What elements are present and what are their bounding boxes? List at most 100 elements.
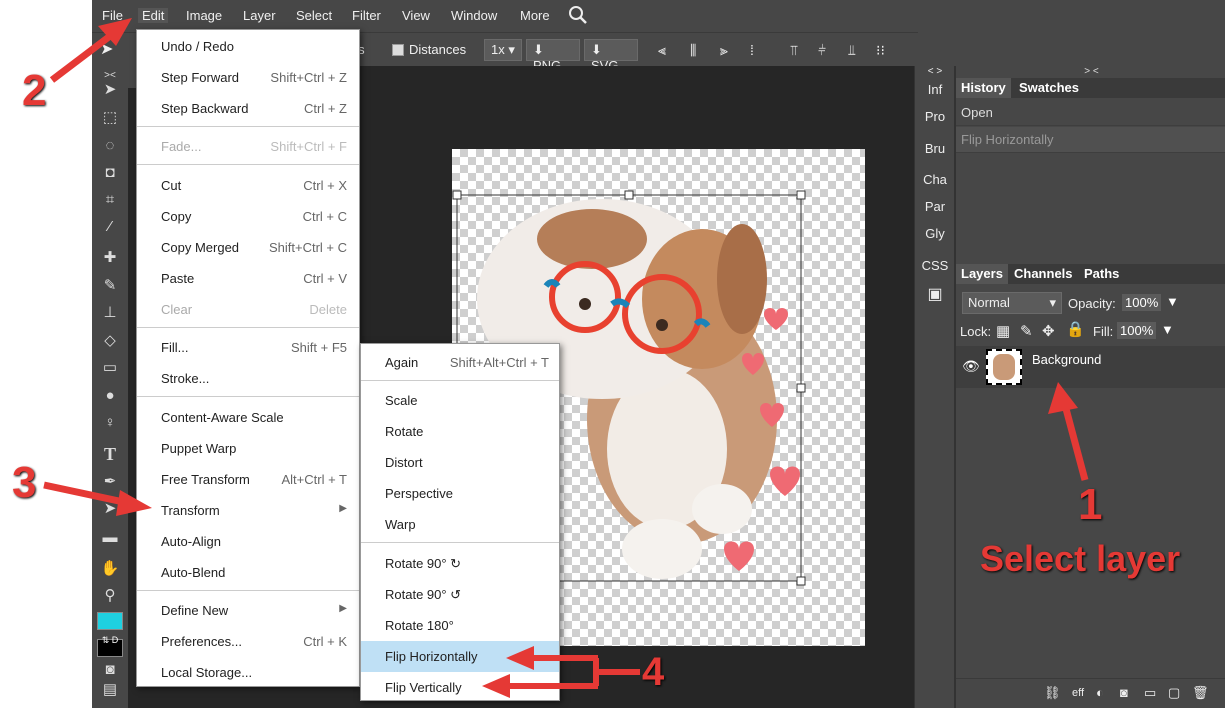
menu-select[interactable]: Select [296, 8, 332, 23]
distribute-icon[interactable]: ⁞ [750, 42, 754, 58]
menu-item-puppet-warp[interactable]: Puppet Warp [137, 433, 359, 464]
brush-tool-icon[interactable]: ✎ [100, 276, 120, 296]
menu-item-rotate-90-ccw[interactable]: Rotate 90° ↺ [361, 579, 559, 610]
visibility-eye-icon[interactable]: 👁 [962, 358, 980, 375]
menu-item-copy-merged[interactable]: Copy Merged Shift+Ctrl + C [137, 232, 359, 263]
mini-paragraph[interactable]: Par [915, 199, 955, 214]
path-select-icon[interactable]: ➤ [100, 499, 120, 519]
zoom-select[interactable]: 1x ▾ [484, 39, 522, 61]
align-center-icon[interactable]: ⫼ [690, 42, 696, 59]
link-layers-icon[interactable]: ⛓ [1044, 685, 1061, 701]
menu-item-rotate-90-cw[interactable]: Rotate 90° ↻ [361, 548, 559, 579]
menu-item-cut[interactable]: Cut Ctrl + X [137, 170, 359, 201]
menu-window[interactable]: Window [451, 8, 497, 23]
history-entry[interactable]: Open [956, 100, 1225, 126]
menu-item-flip-horizontally[interactable]: Flip Horizontally [361, 641, 559, 672]
quick-select-icon[interactable]: ◘ [100, 163, 120, 183]
menu-image[interactable]: Image [186, 8, 222, 23]
stamp-tool-icon[interactable]: ⊥ [100, 303, 120, 323]
tab-layers[interactable]: Layers [956, 264, 1008, 284]
menu-more[interactable]: More [520, 8, 550, 23]
menu-item-preferences[interactable]: Preferences... Ctrl + K [137, 626, 359, 657]
export-png-button[interactable]: ⬇ PNG [526, 39, 580, 73]
menu-item-free-transform[interactable]: Free Transform Alt+Ctrl + T [137, 464, 359, 495]
menu-item-undo-redo[interactable]: Undo / Redo [137, 31, 359, 62]
align-right-icon[interactable]: ⫸ [720, 42, 728, 59]
mini-glyphs[interactable]: Gly [915, 226, 955, 241]
blend-mode-select[interactable]: Normal ▾ [962, 292, 1062, 314]
menu-item-again[interactable]: Again Shift+Alt+Ctrl + T [361, 347, 559, 378]
tab-swatches[interactable]: Swatches [1014, 78, 1084, 98]
distances-checkbox[interactable] [392, 44, 404, 56]
new-layer-icon[interactable]: ▢ [1168, 685, 1180, 701]
fill-input[interactable]: 100% [1117, 322, 1157, 339]
mini-properties[interactable]: Pro [915, 109, 955, 124]
align-top-icon[interactable]: ⫪ [790, 42, 798, 59]
effects-button[interactable]: eff [1072, 687, 1084, 699]
menu-item-step-forward[interactable]: Step Forward Shift+Ctrl + Z [137, 62, 359, 93]
blur-tool-icon[interactable]: ● [100, 386, 120, 406]
layer-row-background[interactable]: 👁 Background [956, 346, 1225, 388]
align-left-icon[interactable]: ⫷ [658, 42, 666, 59]
move-tool-icon[interactable]: ➤ [100, 80, 120, 100]
mini-brush[interactable]: Bru [915, 141, 955, 156]
collapse-right-icon[interactable]: > < [956, 66, 1225, 78]
menu-item-paste[interactable]: Paste Ctrl + V [137, 263, 359, 294]
menu-layer[interactable]: Layer [243, 8, 276, 23]
menu-item-rotate-180[interactable]: Rotate 180° [361, 610, 559, 641]
quick-mask-icon[interactable]: ◙ [100, 660, 120, 680]
menu-view[interactable]: View [402, 8, 430, 23]
align-middle-icon[interactable]: ⫩ [818, 42, 826, 59]
opacity-dropdown-icon[interactable]: ▼ [1166, 294, 1179, 309]
menu-item-auto-blend[interactable]: Auto-Blend [137, 557, 359, 588]
menu-item-flip-vertically[interactable]: Flip Vertically [361, 672, 559, 703]
mini-character[interactable]: Cha [915, 172, 955, 187]
history-entry[interactable]: Flip Horizontally [956, 127, 1225, 153]
distribute-h-icon[interactable]: ⁝⁝ [876, 42, 885, 59]
lock-all-icon[interactable]: 🔒 [1066, 320, 1085, 338]
export-svg-button[interactable]: ⬇ SVG [584, 39, 638, 73]
menu-item-rotate[interactable]: Rotate [361, 416, 559, 447]
gradient-tool-icon[interactable]: ▭ [100, 358, 120, 378]
lasso-tool-icon[interactable]: ◌ [100, 136, 120, 156]
collapse-mini-icon[interactable]: < > [915, 66, 955, 77]
healing-brush-icon[interactable]: ✚ [100, 248, 120, 268]
align-bottom-icon[interactable]: ⫫ [848, 42, 856, 59]
trash-icon[interactable]: 🗑 [1192, 685, 1209, 701]
menu-item-perspective[interactable]: Perspective [361, 478, 559, 509]
crop-tool-icon[interactable]: ⌗ [100, 190, 120, 210]
menu-item-auto-align[interactable]: Auto-Align [137, 526, 359, 557]
tab-channels[interactable]: Channels [1009, 264, 1078, 284]
menu-item-distort[interactable]: Distort [361, 447, 559, 478]
shape-tool-icon[interactable]: ▬ [100, 528, 120, 548]
opacity-input[interactable]: 100% [1122, 294, 1162, 311]
lock-position-icon[interactable]: ✥ [1042, 322, 1055, 340]
screen-mode-icon[interactable]: ▤ [100, 680, 120, 700]
menu-item-stroke[interactable]: Stroke... [137, 363, 359, 394]
eyedropper-icon[interactable]: ⁄ [100, 217, 120, 237]
folder-icon[interactable]: ▭ [1144, 685, 1156, 701]
pen-tool-icon[interactable]: ✒ [100, 472, 120, 492]
search-icon[interactable] [568, 5, 588, 28]
mini-info[interactable]: Inf [915, 82, 955, 97]
image-icon[interactable]: ▣ [915, 284, 955, 304]
menu-item-content-aware-scale[interactable]: Content-Aware Scale [137, 402, 359, 433]
menu-edit[interactable]: Edit [138, 8, 169, 23]
marquee-tool-icon[interactable]: ⬚ [100, 108, 120, 128]
tab-history[interactable]: History [956, 78, 1011, 98]
menu-item-local-storage[interactable]: Local Storage... [137, 657, 359, 688]
type-tool-icon[interactable]: T [100, 444, 120, 464]
layer-name[interactable]: Background [1032, 352, 1101, 367]
eraser-tool-icon[interactable]: ◇ [100, 331, 120, 351]
zoom-tool-icon[interactable]: ⚲ [100, 586, 120, 606]
menu-item-transform[interactable]: Transform ▶ [137, 495, 359, 526]
menu-item-warp[interactable]: Warp [361, 509, 559, 540]
tab-paths[interactable]: Paths [1079, 264, 1124, 284]
mask-icon[interactable]: ◙ [1120, 685, 1128, 700]
menu-filter[interactable]: Filter [352, 8, 381, 23]
menu-file[interactable]: File [102, 8, 123, 23]
foreground-color-swatch[interactable] [97, 612, 123, 630]
menu-item-copy[interactable]: Copy Ctrl + C [137, 201, 359, 232]
menu-item-step-backward[interactable]: Step Backward Ctrl + Z [137, 93, 359, 124]
lock-pixels-icon[interactable]: ✎ [1020, 322, 1033, 340]
